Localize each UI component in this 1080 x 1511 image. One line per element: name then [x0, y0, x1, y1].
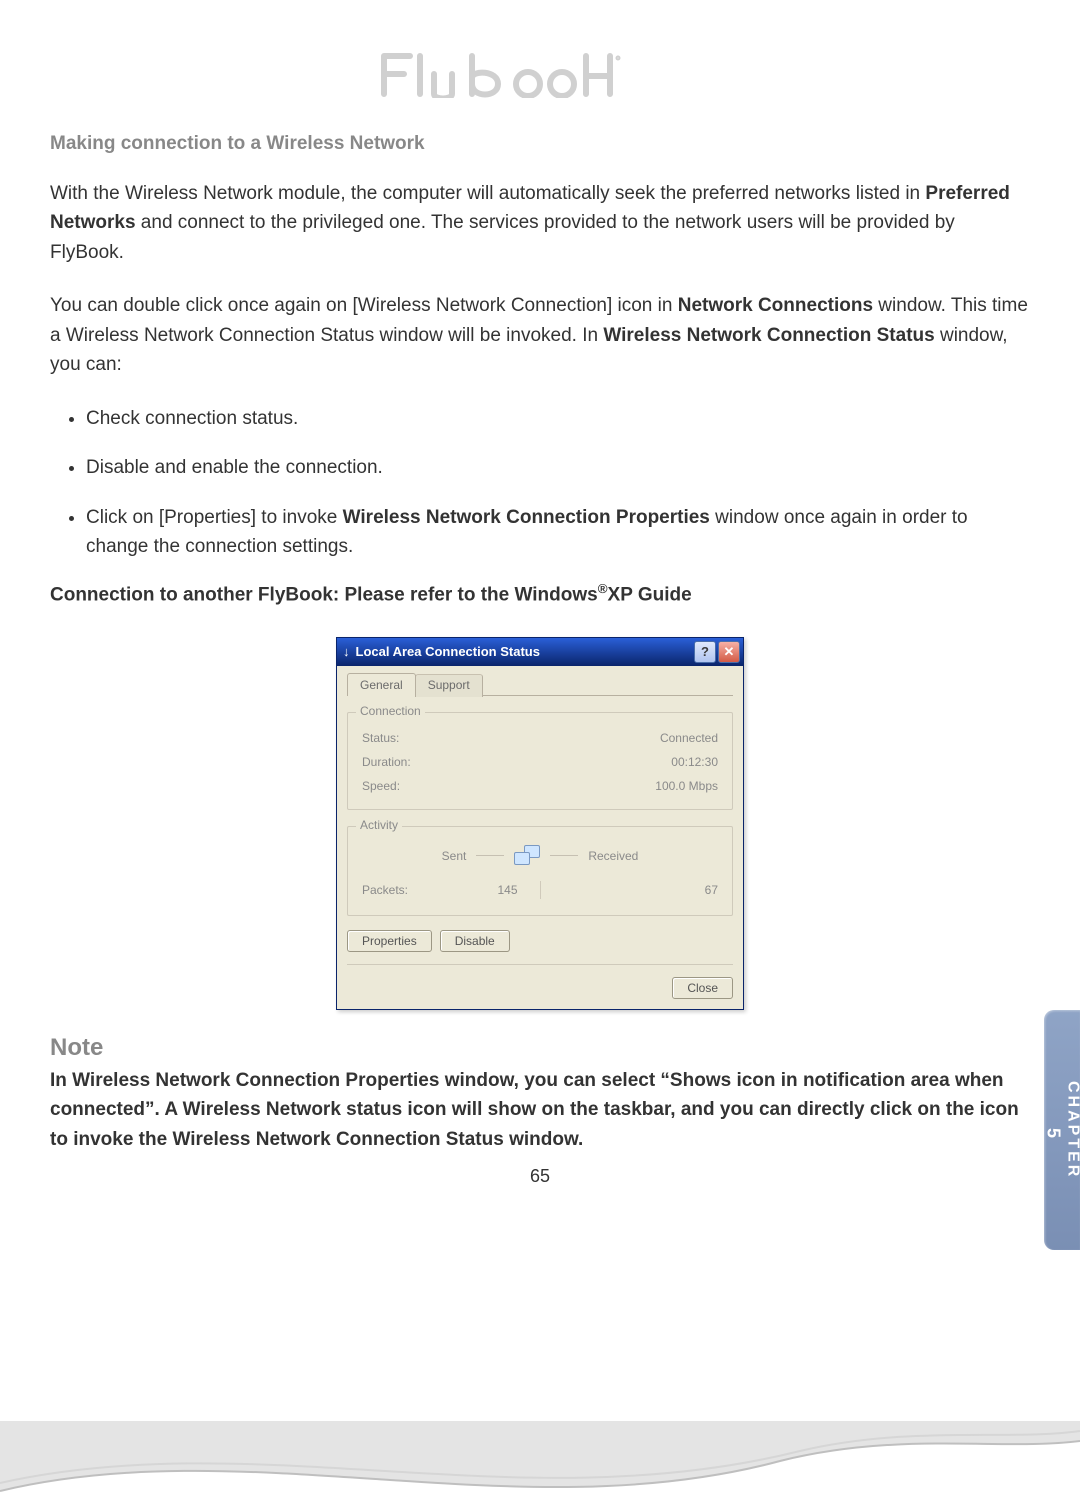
- text: With the Wireless Network module, the co…: [50, 183, 925, 204]
- connection-status-dialog: ↓ Local Area Connection Status ? ✕ Gener…: [336, 637, 744, 1010]
- list-item: Click on [Properties] to invoke Wireless…: [86, 503, 1030, 562]
- duration-value: 00:12:30: [671, 755, 718, 769]
- activity-header: Sent Received: [362, 845, 718, 867]
- close-window-button[interactable]: ✕: [718, 641, 740, 663]
- tabs: General Support: [347, 672, 733, 696]
- network-icon: ↓: [343, 644, 350, 659]
- button-row: Properties Disable: [347, 930, 733, 952]
- help-icon: ?: [701, 644, 709, 659]
- chapter-number: 5: [1043, 1091, 1064, 1179]
- computers-icon: [514, 845, 540, 867]
- packets-received-value: 67: [541, 883, 719, 897]
- chapter-tab: CHAPTER 5: [1044, 1010, 1080, 1250]
- document-page: Making connection to a Wireless Network …: [0, 0, 1080, 1511]
- sub-heading: Connection to another FlyBook: Please re…: [50, 581, 1030, 606]
- chapter-tab-text: CHAPTER 5: [1043, 1081, 1080, 1179]
- section-heading: Making connection to a Wireless Network: [50, 133, 1030, 155]
- duration-label: Duration:: [362, 755, 411, 769]
- separator-line: [476, 855, 504, 856]
- text: You can double click once again on [Wire…: [50, 295, 678, 316]
- text-bold: Wireless Network Connection Properties: [343, 507, 710, 528]
- properties-button[interactable]: Properties: [347, 930, 432, 952]
- group-title: Activity: [356, 818, 402, 832]
- received-label: Received: [588, 849, 638, 863]
- text: Click on [Properties] to invoke: [86, 507, 343, 528]
- status-label: Status:: [362, 731, 399, 745]
- list-item: Check connection status.: [86, 404, 1030, 433]
- connection-group: Connection Status: Connected Duration: 0…: [347, 712, 733, 810]
- speed-value: 100.0 Mbps: [655, 779, 718, 793]
- list-item: Disable and enable the connection.: [86, 453, 1030, 482]
- bullet-list: Check connection status. Disable and ena…: [50, 404, 1030, 562]
- tab-support[interactable]: Support: [415, 674, 483, 697]
- disable-button[interactable]: Disable: [440, 930, 510, 952]
- registered-mark: ®: [598, 581, 608, 596]
- close-icon: ✕: [724, 644, 735, 660]
- dialog-titlebar[interactable]: ↓ Local Area Connection Status ? ✕: [337, 638, 743, 666]
- text: XP Guide: [608, 585, 692, 606]
- speed-label: Speed:: [362, 779, 400, 793]
- tab-general[interactable]: General: [347, 673, 416, 696]
- chapter-label: CHAPTER: [1065, 1081, 1080, 1179]
- packets-label: Packets:: [362, 883, 408, 897]
- packets-row: Packets: 145 67: [362, 881, 718, 899]
- page-number: 65: [50, 1166, 1030, 1187]
- separator-line: [550, 855, 578, 856]
- close-row: Close: [347, 964, 733, 999]
- flybook-logo: [380, 50, 700, 103]
- text-bold: Wireless Network Connection Status: [603, 325, 934, 346]
- close-button[interactable]: Close: [672, 977, 733, 999]
- duration-row: Duration: 00:12:30: [362, 755, 718, 769]
- status-value: Connected: [660, 731, 718, 745]
- logo-container: [50, 50, 1030, 103]
- paragraph-1: With the Wireless Network module, the co…: [50, 179, 1030, 267]
- bottom-decorative-strip: [0, 1421, 1080, 1511]
- dialog-body: General Support Connection Status: Conne…: [337, 666, 743, 1009]
- paragraph-2: You can double click once again on [Wire…: [50, 291, 1030, 379]
- group-title: Connection: [356, 704, 425, 718]
- speed-row: Speed: 100.0 Mbps: [362, 779, 718, 793]
- note-body: In Wireless Network Connection Propertie…: [50, 1066, 1030, 1154]
- help-button[interactable]: ?: [694, 641, 716, 663]
- sent-label: Sent: [442, 849, 467, 863]
- status-row: Status: Connected: [362, 731, 718, 745]
- text: Connection to another FlyBook: Please re…: [50, 585, 598, 606]
- text: and connect to the privileged one. The s…: [50, 212, 955, 262]
- activity-group: Activity Sent Received Packets:: [347, 826, 733, 916]
- packets-sent-value: 145: [497, 883, 539, 897]
- titlebar-buttons: ? ✕: [694, 641, 740, 663]
- text-bold: Network Connections: [678, 295, 873, 316]
- dialog-wrapper: ↓ Local Area Connection Status ? ✕ Gener…: [50, 637, 1030, 1010]
- note-heading: Note: [50, 1034, 1030, 1062]
- dialog-title: Local Area Connection Status: [356, 644, 695, 659]
